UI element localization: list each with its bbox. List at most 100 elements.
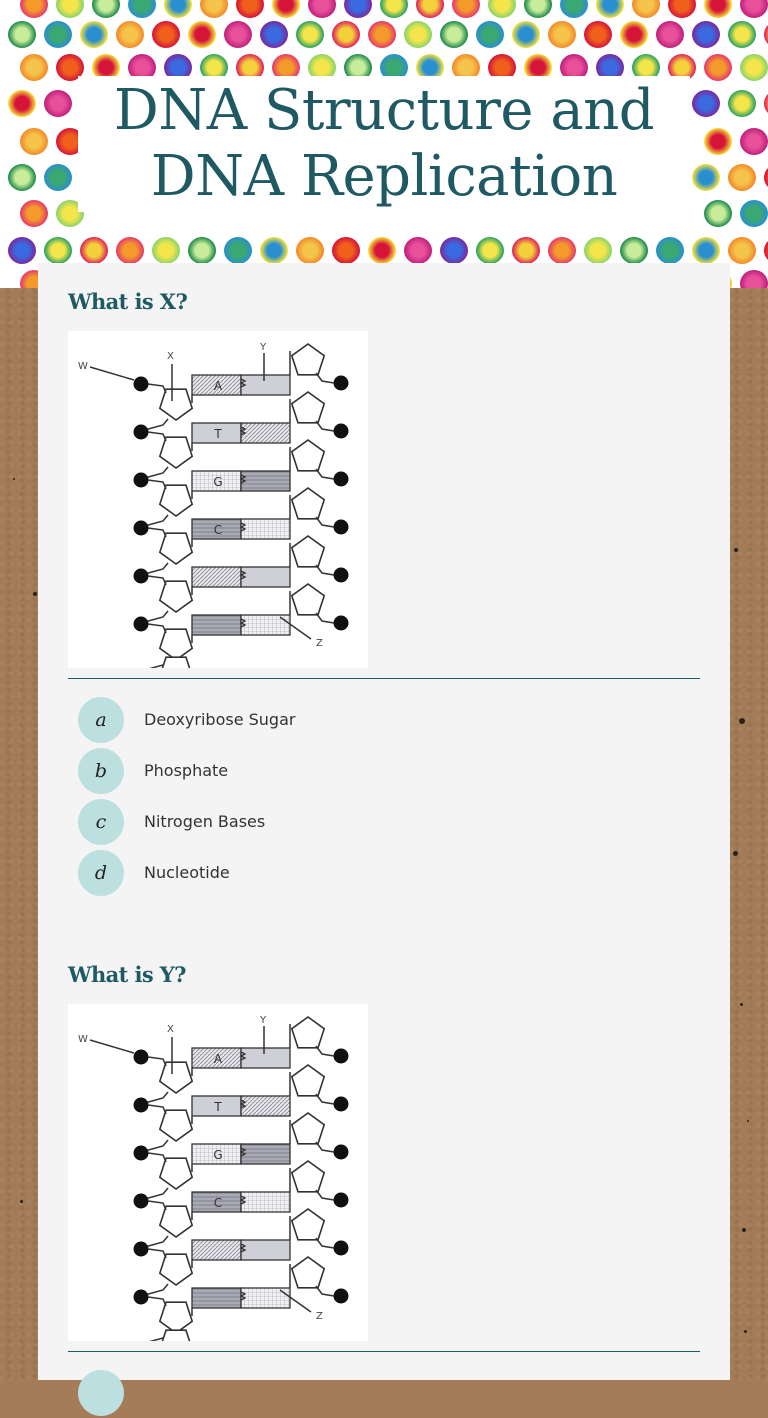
decorative-dot [440, 21, 468, 48]
decorative-dot [128, 0, 156, 18]
paper-speck [744, 1330, 747, 1333]
diagram-label: X [167, 1024, 174, 1035]
decorative-dot [704, 200, 732, 227]
deoxyribose-sugar-icon [290, 1256, 326, 1289]
decorative-dot [440, 237, 468, 264]
base-right [240, 1239, 291, 1261]
backbone-bond [147, 527, 167, 538]
phosphate-icon [333, 1288, 349, 1304]
decorative-dot [404, 237, 432, 264]
decorative-dot [692, 21, 720, 48]
decorative-dot [20, 200, 48, 227]
base-letter: A [214, 1052, 223, 1066]
decorative-dot [740, 200, 768, 227]
decorative-dot [92, 0, 120, 18]
option-text: Nitrogen Bases [144, 812, 266, 831]
base-right [240, 1191, 291, 1213]
decorative-dot [728, 164, 756, 191]
decorative-dot [308, 0, 336, 18]
base-right [240, 518, 291, 540]
decorative-dot [764, 237, 768, 264]
option-letter-badge [78, 1369, 124, 1416]
deoxyribose-sugar-icon [290, 1016, 326, 1049]
decorative-dot [704, 0, 732, 18]
decorative-dot [296, 21, 324, 48]
option-d[interactable]: d Nucleotide [68, 847, 700, 898]
backbone-bond [147, 479, 167, 490]
phosphate-icon [333, 1144, 349, 1160]
option-a[interactable]: a Deoxyribose Sugar [68, 694, 700, 745]
option-c[interactable]: c Nitrogen Bases [68, 796, 700, 847]
deoxyribose-sugar-icon [290, 487, 326, 520]
phosphate-icon [133, 1241, 149, 1257]
title-line-2: DNA Replication [150, 144, 618, 209]
backbone-bond [147, 431, 167, 442]
decorative-dot [656, 237, 684, 264]
base-right [240, 470, 291, 492]
option-a[interactable] [68, 1367, 700, 1418]
decorative-dot [188, 237, 216, 264]
deoxyribose-sugar-icon [158, 436, 194, 469]
diagram-label: Y [259, 1015, 267, 1026]
decorative-dot [764, 90, 768, 117]
decorative-dot [692, 164, 720, 191]
deoxyribose-sugar-icon [158, 388, 194, 421]
deoxyribose-sugar-icon [290, 583, 326, 616]
phosphate-icon [333, 1240, 349, 1256]
deoxyribose-sugar-icon [158, 1109, 194, 1142]
decorative-dot [8, 21, 36, 48]
decorative-dot [560, 0, 588, 18]
question-1: What is X? A T G C W X Y Z a Deoxyribose Sugar … [68, 289, 700, 898]
decorative-dot [164, 0, 192, 18]
option-b[interactable]: b Phosphate [68, 745, 700, 796]
option-letter-badge: c [78, 798, 124, 845]
base-letter: G [213, 1148, 222, 1162]
decorative-dot [224, 21, 252, 48]
decorative-dot [80, 21, 108, 48]
decorative-dot [728, 237, 756, 264]
phosphate-icon [133, 424, 149, 440]
base-left [191, 614, 242, 636]
diagram-label: W [78, 361, 88, 372]
decorative-dot [332, 21, 360, 48]
phosphate-icon [133, 472, 149, 488]
dna-structure-diagram: A T G C W X Y Z [68, 331, 368, 668]
decorative-dot [56, 0, 84, 18]
decorative-dot [20, 54, 48, 81]
base-right [240, 374, 291, 396]
decorative-dot [152, 237, 180, 264]
phosphate-icon [133, 616, 149, 632]
backbone-bond [147, 623, 167, 634]
decorative-dot [8, 90, 36, 117]
deoxyribose-sugar-icon [290, 1208, 326, 1241]
phosphate-icon [333, 615, 349, 631]
paper-speck [739, 718, 745, 724]
phosphate-icon [333, 423, 349, 439]
decorative-dot [44, 237, 72, 264]
backbone-bond [147, 575, 167, 586]
decorative-dot [704, 54, 732, 81]
decorative-dot [692, 237, 720, 264]
decorative-dot [20, 128, 48, 155]
title-box: DNA Structure and DNA Replication [78, 76, 690, 212]
decorative-dot [596, 0, 624, 18]
decorative-dot [152, 21, 180, 48]
deoxyribose-sugar-icon [158, 484, 194, 517]
base-right [240, 1047, 291, 1069]
decorative-dot [452, 0, 480, 18]
decorative-dot [44, 164, 72, 191]
base-letter: C [214, 1196, 222, 1210]
divider [68, 678, 700, 679]
deoxyribose-sugar-icon [290, 391, 326, 424]
decorative-dot [512, 237, 540, 264]
option-letter-badge: a [78, 696, 124, 743]
base-right [240, 566, 291, 588]
deoxyribose-sugar-icon [290, 1160, 326, 1193]
decorative-dot [548, 21, 576, 48]
deoxyribose-sugar-icon [290, 439, 326, 472]
phosphate-icon [133, 1049, 149, 1065]
decorative-dot [200, 0, 228, 18]
deoxyribose-sugar-icon [158, 628, 194, 661]
decorative-dot [476, 21, 504, 48]
decorative-dot [116, 21, 144, 48]
